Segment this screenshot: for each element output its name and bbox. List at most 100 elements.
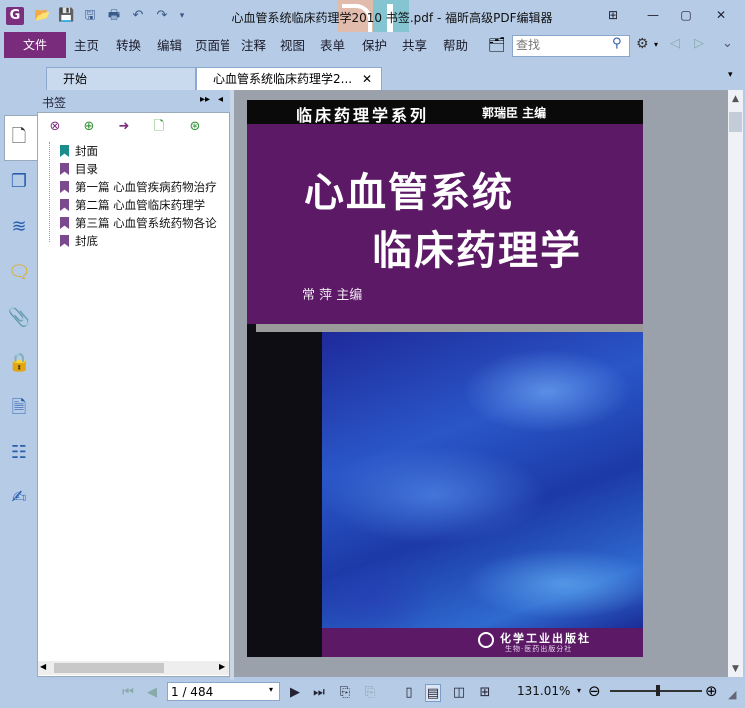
panel-collapse-icon[interactable]: ◂ bbox=[218, 94, 223, 105]
bookmark-item[interactable]: 第二篇 心血管临床药理学 bbox=[60, 196, 205, 214]
delete-bookmark-icon[interactable]: ⊗ bbox=[46, 118, 64, 136]
bookmark-item[interactable]: 目录 bbox=[60, 160, 98, 178]
cover-artwork bbox=[322, 332, 643, 628]
resize-grip-icon[interactable]: ◢ bbox=[728, 688, 736, 701]
app-logo-icon[interactable]: G bbox=[6, 7, 24, 25]
nav-forward-icon[interactable]: ▷ bbox=[694, 36, 704, 51]
publisher-logo-icon bbox=[478, 632, 494, 648]
tab-list-dropdown-icon[interactable]: ▾ bbox=[728, 70, 733, 80]
page-number-input[interactable] bbox=[171, 683, 261, 700]
bookmark-flag-icon bbox=[60, 163, 69, 175]
print-icon[interactable]: 🖶 bbox=[106, 8, 122, 24]
minimize-button[interactable]: — bbox=[642, 6, 664, 24]
first-page-icon[interactable]: ⏮ bbox=[120, 684, 136, 702]
menu-edit[interactable]: 编辑 bbox=[157, 32, 182, 60]
maximize-button[interactable]: ▢ bbox=[675, 6, 697, 24]
scroll-up-icon[interactable]: ▲ bbox=[729, 92, 742, 106]
gear-icon[interactable]: ⚙ bbox=[636, 36, 649, 52]
signature-icon[interactable]: ✍ bbox=[8, 487, 30, 509]
menu-view[interactable]: 视图 bbox=[280, 32, 305, 60]
zoom-in-icon[interactable]: ⊕ bbox=[705, 682, 718, 700]
tab-document[interactable]: 心血管系统临床药理学2... bbox=[196, 67, 382, 90]
bookmark-item[interactable]: 封面 bbox=[60, 142, 98, 160]
zoom-level[interactable]: 131.01% bbox=[517, 684, 570, 698]
scroll-left-icon[interactable]: ◀ bbox=[40, 662, 46, 671]
bookmark-label: 第二篇 心血管临床药理学 bbox=[75, 198, 206, 212]
bookmark-flag-icon bbox=[60, 217, 69, 229]
single-page-icon[interactable]: ▯ bbox=[401, 684, 417, 702]
menu-share[interactable]: 共享 bbox=[402, 32, 427, 60]
bookmark-item[interactable]: 第一篇 心血管疾病药物治疗 bbox=[60, 178, 217, 196]
tab-start[interactable]: 开始 bbox=[46, 67, 196, 90]
cover-title-line1: 心血管系统 bbox=[304, 170, 514, 216]
layers-icon[interactable]: ≋ bbox=[8, 216, 30, 238]
bookmark-panel-icon[interactable]: 🗋 bbox=[8, 126, 30, 148]
open-icon[interactable]: 📂 bbox=[34, 8, 50, 24]
add-bookmark-icon[interactable]: ⊕ bbox=[80, 118, 98, 136]
continuous-facing-icon[interactable]: ⊞ bbox=[477, 684, 493, 702]
bookmark-label: 目录 bbox=[75, 162, 98, 176]
close-button[interactable]: ✕ bbox=[710, 6, 732, 24]
next-view-icon[interactable]: ⎘ bbox=[362, 684, 378, 702]
menu-comment[interactable]: 注释 bbox=[241, 32, 266, 60]
nav-back-icon[interactable]: ◁ bbox=[670, 36, 680, 51]
ribbon-collapse-icon[interactable]: ⌄ bbox=[722, 36, 733, 51]
layout-icon[interactable]: ⊞ bbox=[602, 6, 624, 24]
comments-icon[interactable]: 🗨 bbox=[8, 262, 31, 284]
menu-help[interactable]: 帮助 bbox=[443, 32, 468, 60]
document-scroll-thumb[interactable] bbox=[729, 112, 742, 132]
menu-page-organize[interactable]: 页面管 bbox=[195, 32, 229, 60]
bookmark-scroll-thumb[interactable] bbox=[54, 663, 164, 673]
zoom-out-icon[interactable]: ⊖ bbox=[588, 682, 601, 700]
page-dropdown-icon[interactable]: ▾ bbox=[269, 685, 273, 694]
save-icon[interactable]: 💾 bbox=[58, 8, 74, 24]
menu-file[interactable]: 文件 bbox=[4, 32, 66, 58]
security-lock-icon[interactable]: 🔒 bbox=[8, 352, 30, 374]
expand-bookmarks-icon[interactable]: ⊛ bbox=[186, 118, 204, 136]
form-fields-icon[interactable]: ☷ bbox=[8, 442, 30, 464]
bookmark-goto-icon[interactable]: ➜ bbox=[115, 118, 133, 136]
attachment-icon[interactable]: 📎 bbox=[8, 307, 30, 329]
facing-pages-icon[interactable]: ◫ bbox=[451, 684, 467, 702]
bookmark-flag-icon bbox=[60, 199, 69, 211]
bookmark-flag-icon bbox=[60, 235, 69, 247]
bookmark-label: 封面 bbox=[75, 144, 98, 158]
search-input[interactable] bbox=[516, 36, 608, 54]
bookmark-label: 第一篇 心血管疾病药物治疗 bbox=[75, 180, 217, 194]
menu-protect[interactable]: 保护 bbox=[362, 32, 387, 60]
search-icon[interactable]: ⚲ bbox=[612, 36, 622, 51]
document-properties-icon[interactable]: 🗎 bbox=[8, 397, 30, 419]
tab-close-icon[interactable]: ✕ bbox=[362, 72, 372, 86]
bookmark-panel-title: 书签 bbox=[42, 96, 67, 110]
save-as-icon[interactable]: 🖫 bbox=[82, 8, 98, 24]
bookmark-label: 第三篇 心血管系统药物各论 bbox=[75, 216, 217, 230]
menu-home[interactable]: 主页 bbox=[74, 32, 99, 60]
last-page-icon[interactable]: ⏭ bbox=[311, 684, 327, 702]
document-vertical-scrollbar[interactable] bbox=[728, 90, 743, 677]
page-thumbnails-icon[interactable]: ❐ bbox=[8, 171, 30, 193]
panel-expand-icon[interactable]: ▸▸ bbox=[200, 94, 210, 105]
cover-title-line2: 临床药理学 bbox=[372, 228, 582, 274]
folder-search-icon[interactable]: 🗂 bbox=[488, 37, 506, 53]
page-number-field[interactable]: ▾ bbox=[167, 682, 280, 701]
search-box[interactable]: ⚲ bbox=[512, 35, 630, 57]
gear-dropdown-icon[interactable]: ▾ bbox=[654, 40, 658, 49]
previous-page-icon[interactable]: ◀ bbox=[144, 684, 160, 702]
undo-icon[interactable]: ↶ bbox=[130, 8, 146, 24]
cover-series: 临床药理学系列 bbox=[296, 106, 430, 125]
menu-convert[interactable]: 转换 bbox=[116, 32, 141, 60]
scroll-down-icon[interactable]: ▼ bbox=[729, 662, 742, 676]
add-bookmark-from-page-icon[interactable]: 🗋 bbox=[150, 118, 168, 136]
zoom-dropdown-icon[interactable]: ▾ bbox=[577, 686, 581, 695]
continuous-page-icon[interactable]: ▤ bbox=[425, 684, 441, 702]
scroll-right-icon[interactable]: ▶ bbox=[219, 662, 225, 671]
tab-start-label: 开始 bbox=[63, 72, 88, 86]
next-page-icon[interactable]: ▶ bbox=[287, 684, 303, 702]
bookmark-item[interactable]: 封底 bbox=[60, 232, 98, 250]
zoom-slider-thumb[interactable] bbox=[656, 685, 660, 696]
previous-view-icon[interactable]: ⎘ bbox=[337, 684, 353, 702]
quick-access-dropdown-icon[interactable]: ▾ bbox=[174, 8, 190, 24]
redo-icon[interactable]: ↷ bbox=[154, 8, 170, 24]
bookmark-item[interactable]: 第三篇 心血管系统药物各论 bbox=[60, 214, 217, 232]
menu-form[interactable]: 表单 bbox=[320, 32, 345, 60]
